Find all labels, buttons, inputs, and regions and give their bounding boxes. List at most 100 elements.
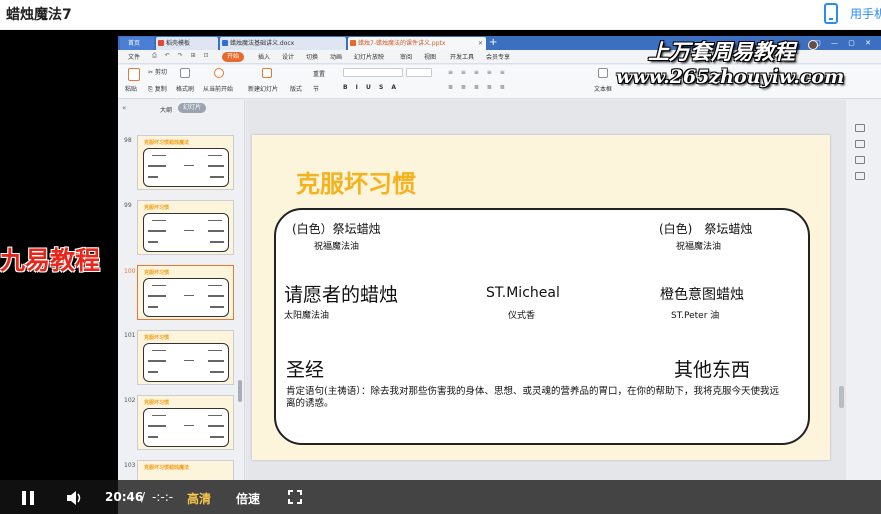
gallery-icon[interactable] — [855, 172, 865, 180]
select-icon[interactable] — [855, 140, 865, 148]
ritual-incense: 仪式香 — [508, 311, 536, 321]
align-buttons[interactable]: ≣ ≣ ≣ ≣ ≣ — [448, 84, 508, 91]
slide-number: 98 — [124, 137, 132, 144]
play-from-current-icon[interactable] — [214, 68, 224, 78]
format-painter-icon[interactable] — [180, 68, 190, 78]
player-controls: 20:46 / -:-:- 高清 倍速 — [0, 480, 881, 514]
close-icon[interactable]: ✕ — [478, 37, 483, 50]
user-avatar[interactable] — [808, 40, 818, 50]
font-style-buttons[interactable]: B I U S A — [343, 84, 399, 91]
paste-button[interactable]: 粘贴 — [125, 84, 137, 93]
slide-number: 101 — [124, 332, 136, 339]
site-overlay-text: 九易教程 — [0, 246, 101, 275]
quality-button[interactable]: 高清 — [187, 490, 211, 507]
menu-file[interactable]: 文件 — [128, 52, 140, 61]
slide-thumbnail[interactable]: 克服坏习惯 — [137, 330, 234, 385]
ppt-doc-icon — [350, 40, 356, 46]
current-slide[interactable]: 克服坏习惯 (白色）祭坛蜡烛 祝福魔法油 (白色) 祭坛蜡烛 祝福魔法油 请愿者… — [252, 135, 830, 460]
thumb-box — [143, 148, 229, 187]
thumb-box — [143, 408, 229, 447]
collapse-panel-icon[interactable]: « — [122, 104, 126, 112]
wps-window: 首页 稻壳模板 蜡烛魔法基础讲义.docx 蜡烛7-蜡烛魔法的课件讲义.pptx… — [118, 36, 881, 480]
reset-button[interactable]: 重置 — [313, 69, 325, 78]
tab-pptx[interactable]: 蜡烛7-蜡烛魔法的课件讲义.pptx ✕ — [348, 37, 486, 50]
tab-home[interactable]: 首页 — [120, 37, 154, 50]
menu-insert[interactable]: 插入 — [258, 52, 270, 61]
pen-icon[interactable] — [855, 156, 865, 164]
window-controls[interactable]: ▢ — ▢ ✕ — [814, 36, 875, 50]
new-tab-button[interactable]: + — [489, 36, 497, 50]
paste-icon[interactable] — [128, 68, 140, 81]
petitioner-candle: 请愿者的蜡烛 — [284, 284, 399, 306]
from-current-button[interactable]: 从当前开始 — [203, 84, 233, 93]
watermark-url: www.265zhouyiw.com — [616, 66, 845, 88]
thumb-box — [143, 343, 229, 382]
slide-thumbnail[interactable]: 克服坏习惯 — [137, 200, 234, 255]
layout-button[interactable]: 版式 — [290, 84, 302, 93]
paragraph-buttons[interactable]: ≡ ≡ ≡ ≡ ≡ — [448, 69, 508, 76]
slide-number: 103 — [124, 462, 136, 469]
video-player[interactable]: 首页 稻壳模板 蜡烛魔法基础讲义.docx 蜡烛7-蜡烛魔法的课件讲义.pptx… — [0, 30, 881, 514]
menu-developer[interactable]: 开发工具 — [450, 52, 474, 61]
quick-access-icons[interactable]: ⎙ ↶ ↷ ⊞ ⊡ — [152, 52, 212, 60]
time-separator: / — [141, 490, 146, 504]
thumb-title: 克服坏习惯蜡烛魔法 — [144, 465, 190, 471]
font-name-input[interactable] — [343, 68, 403, 77]
left-altar-candle: (白色）祭坛蜡烛 — [292, 222, 381, 236]
outline-tab[interactable]: 大纲 — [160, 105, 172, 114]
video-title: 蜡烛魔法7 — [6, 7, 72, 23]
properties-icon[interactable] — [855, 124, 865, 132]
title-bar: 蜡烛魔法7 用手机 — [0, 0, 881, 30]
left-altar-oil: 祝福魔法油 — [314, 242, 360, 252]
pause-icon[interactable] — [21, 491, 35, 505]
slide-scrollbar[interactable] — [839, 386, 844, 408]
thumb-title: 克服坏习惯 — [144, 270, 170, 276]
menu-member[interactable]: 会员专享 — [486, 52, 510, 61]
right-tool-bar — [846, 100, 881, 480]
fullscreen-icon[interactable] — [288, 490, 302, 504]
menu-design[interactable]: 设计 — [282, 52, 294, 61]
slide-content-box: (白色）祭坛蜡烛 祝福魔法油 (白色) 祭坛蜡烛 祝福魔法油 请愿者的蜡烛 太阳… — [274, 208, 810, 445]
phone-icon[interactable] — [824, 3, 838, 24]
menu-animation[interactable]: 动画 — [330, 52, 342, 61]
menu-view[interactable]: 视图 — [424, 52, 436, 61]
slide-thumbnail-active[interactable]: 克服坏习惯 — [137, 265, 234, 320]
orange-intent-candle: 橙色意图蜡烛 — [660, 287, 744, 303]
tab-docx[interactable]: 蜡烛魔法基础讲义.docx — [220, 37, 346, 50]
section-button[interactable]: 节 — [313, 84, 319, 93]
thumb-title: 克服坏习惯 — [144, 205, 170, 211]
copy-button[interactable]: ⎘ 复制 — [148, 84, 167, 94]
cut-label: 剪切 — [154, 69, 167, 76]
textbox-icon[interactable] — [598, 68, 608, 78]
right-altar-oil: 祝福魔法油 — [676, 242, 722, 252]
volume-icon[interactable] — [66, 490, 84, 506]
tab-label: 蜡烛7-蜡烛魔法的课件讲义.pptx — [358, 40, 446, 47]
speed-button[interactable]: 倍速 — [236, 490, 260, 507]
slides-tab[interactable]: 幻灯片 — [178, 103, 206, 113]
menu-review[interactable]: 审阅 — [400, 52, 412, 61]
affirmation-text: 肯定语句(主祷语）：除去我对那些伤害我的身体、思想、或灵魂的营养品的胃口，在你的… — [286, 386, 779, 409]
cut-button[interactable]: ✂ 剪切 — [148, 67, 167, 76]
new-slide-button[interactable]: 新建幻灯片 — [248, 84, 278, 93]
slide-thumbnail-panel: « 大纲 幻灯片 98 克服坏习惯蜡烛魔法 99 克服坏习惯 100 克服坏习惯… — [118, 100, 245, 480]
panel-scrollbar[interactable] — [238, 380, 242, 402]
slide-thumbnail[interactable]: 克服坏习惯 — [137, 395, 234, 450]
textbox-button[interactable]: 文本框 — [594, 84, 612, 93]
format-painter-button[interactable]: 格式刷 — [176, 84, 194, 93]
slide-number: 99 — [124, 202, 132, 209]
tab-docer-templates[interactable]: 稻壳模板 — [156, 37, 218, 50]
current-time: 20:46 — [105, 490, 144, 504]
slide-thumbnail[interactable]: 克服坏习惯蜡烛魔法 — [137, 135, 234, 190]
slide-number: 102 — [124, 397, 136, 404]
new-slide-icon[interactable] — [262, 68, 272, 78]
menu-transition[interactable]: 切换 — [306, 52, 318, 61]
right-altar-candle: (白色) 祭坛蜡烛 — [659, 222, 753, 236]
menu-home[interactable]: 开始 — [222, 52, 245, 62]
slide-thumbnail[interactable]: 克服坏习惯蜡烛魔法 — [137, 460, 234, 480]
phone-watch-link[interactable]: 用手机 — [850, 5, 881, 22]
font-size-input[interactable] — [406, 68, 432, 77]
thumb-box — [143, 213, 229, 252]
menu-slideshow[interactable]: 幻灯片放映 — [354, 52, 384, 61]
slide-number: 100 — [124, 268, 136, 275]
petitioner-oil: 太阳魔法油 — [284, 311, 330, 321]
